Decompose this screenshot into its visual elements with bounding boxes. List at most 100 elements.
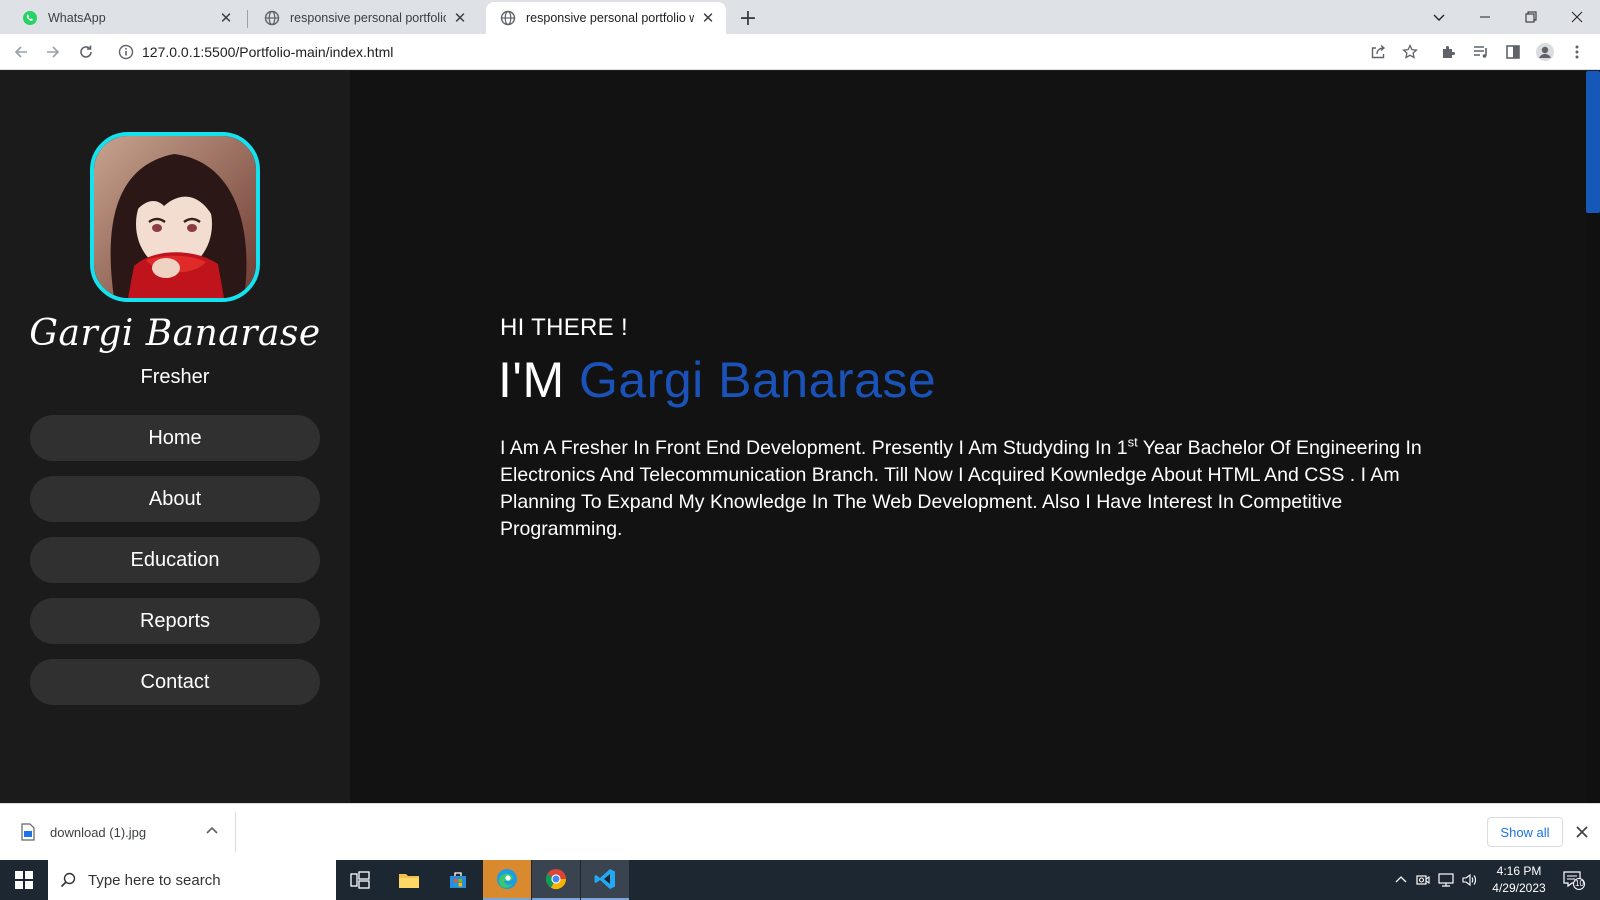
chrome-icon: [545, 869, 567, 890]
nav-education-button[interactable]: Education: [30, 537, 320, 583]
taskbar-search-box[interactable]: Type here to search: [48, 860, 336, 900]
reading-list-button[interactable]: [1469, 40, 1493, 64]
speaker-icon: [1462, 873, 1477, 887]
chrome-button[interactable]: [532, 860, 580, 900]
hero-description: I Am A Fresher In Front End Development.…: [500, 435, 1460, 543]
download-file-name: download (1).jpg: [50, 824, 147, 840]
address-bar[interactable]: 127.0.0.1:5500/Portfolio-main/index.html: [108, 37, 1414, 67]
download-item[interactable]: download (1).jpg: [0, 812, 236, 852]
show-hidden-icons-button[interactable]: [1390, 860, 1412, 900]
close-icon: [1576, 826, 1588, 838]
puzzle-icon: [1443, 46, 1455, 58]
file-explorer-button[interactable]: [385, 860, 433, 900]
account-icon: [1536, 43, 1554, 61]
network-icon: [1438, 873, 1454, 887]
close-shelf-button[interactable]: [1572, 822, 1592, 842]
info-icon[interactable]: [118, 44, 134, 60]
share-icon: [1371, 44, 1386, 59]
image-file-icon: [21, 823, 35, 841]
menu-button[interactable]: [1565, 40, 1589, 64]
chevron-down-icon: [1433, 14, 1445, 21]
ordinal-suffix: st: [1127, 434, 1138, 450]
scrollbar-thumb[interactable]: [1586, 71, 1600, 213]
tab-whatsapp[interactable]: WhatsApp ✕: [8, 2, 244, 34]
share-button[interactable]: [1366, 40, 1390, 64]
arrow-left-icon: [14, 46, 27, 58]
store-icon: [450, 872, 466, 888]
show-all-button[interactable]: Show all: [1487, 817, 1563, 847]
chevron-up-icon: [1395, 876, 1407, 883]
camera-icon: [1416, 875, 1430, 885]
profile-role: Fresher: [140, 366, 210, 388]
tab-search-button[interactable]: [1416, 0, 1462, 34]
globe-icon: [500, 10, 516, 26]
browser-toolbar: 127.0.0.1:5500/Portfolio-main/index.html: [0, 34, 1600, 70]
description-part1: I Am A Fresher In Front End Development.…: [500, 437, 1128, 459]
more-vert-icon: [1575, 45, 1579, 59]
new-tab-button[interactable]: +: [736, 6, 760, 31]
notification-count: 10: [1575, 879, 1584, 888]
minimize-icon: [1480, 16, 1490, 18]
profile-picture: [94, 136, 256, 298]
close-icon[interactable]: ✕: [218, 9, 234, 27]
back-button[interactable]: [9, 40, 33, 64]
bookmark-button[interactable]: [1398, 40, 1422, 64]
reload-button[interactable]: [74, 40, 98, 64]
hero-intro-prefix: I'M: [498, 352, 579, 408]
close-window-button[interactable]: [1554, 0, 1600, 34]
edge-icon: [497, 869, 517, 889]
extensions-button[interactable]: [1437, 40, 1461, 64]
tab-portfolio-1[interactable]: responsive personal portfolio web ✕: [250, 2, 478, 34]
side-panel-icon: [1506, 45, 1520, 59]
close-icon[interactable]: ✕: [700, 9, 716, 27]
nav-home-button[interactable]: Home: [30, 415, 320, 461]
windows-logo-icon: [15, 871, 33, 889]
chevron-up-icon[interactable]: [205, 824, 219, 838]
start-button[interactable]: [0, 860, 48, 900]
taskbar-clock[interactable]: 4:16 PM 4/29/2023: [1484, 863, 1554, 897]
vscode-button[interactable]: [581, 860, 629, 900]
profile-button[interactable]: [1533, 40, 1557, 64]
restore-icon: [1525, 11, 1537, 23]
windows-taskbar: Type here to search 4:16 PM 4/29/2023 10: [0, 860, 1600, 900]
url-text[interactable]: 127.0.0.1:5500/Portfolio-main/index.html: [142, 44, 393, 60]
tab-portfolio-active[interactable]: responsive personal portfolio web ✕: [486, 2, 726, 34]
search-icon: [60, 872, 76, 888]
download-shelf: download (1).jpg Show all: [0, 803, 1600, 860]
arrow-right-icon: [47, 46, 60, 58]
task-view-icon: [350, 871, 370, 889]
forward-button[interactable]: [41, 40, 65, 64]
restore-button[interactable]: [1508, 0, 1554, 34]
volume-button[interactable]: [1458, 860, 1482, 900]
nav-about-button[interactable]: About: [30, 476, 320, 522]
tab-title: responsive personal portfolio web: [526, 11, 694, 25]
nav-reports-button[interactable]: Reports: [30, 598, 320, 644]
folder-icon: [399, 874, 419, 888]
microsoft-store-button[interactable]: [434, 860, 482, 900]
profile-name: Gargi Banarase: [29, 313, 321, 354]
hero-highlight-name: Gargi Banarase: [578, 352, 937, 408]
globe-icon: [264, 10, 280, 26]
meet-now-button[interactable]: [1412, 860, 1434, 900]
nav-contact-button[interactable]: Contact: [30, 659, 320, 705]
network-button[interactable]: [1434, 860, 1458, 900]
notification-center-button[interactable]: 10: [1556, 860, 1592, 900]
reload-icon: [80, 45, 92, 58]
tab-separator: [247, 10, 248, 28]
edge-button[interactable]: [483, 860, 531, 900]
search-placeholder: Type here to search: [88, 871, 221, 889]
avatar: [90, 132, 260, 302]
star-icon: [1402, 44, 1418, 59]
sidebar: Gargi Banarase Fresher Home About Educat…: [0, 71, 350, 803]
side-panel-button[interactable]: [1501, 40, 1525, 64]
portfolio-page: Gargi Banarase Fresher Home About Educat…: [0, 71, 1600, 803]
clock-date: 4/29/2023: [1492, 881, 1546, 895]
whatsapp-icon: [23, 11, 37, 25]
vscode-icon: [594, 869, 615, 889]
task-view-button[interactable]: [336, 860, 384, 900]
minimize-button[interactable]: [1462, 0, 1508, 34]
close-icon[interactable]: ✕: [452, 9, 468, 27]
hero-greeting: HI THERE !: [500, 314, 628, 341]
tab-strip: WhatsApp ✕ responsive personal portfolio…: [0, 0, 1600, 34]
close-icon: [1571, 11, 1583, 23]
